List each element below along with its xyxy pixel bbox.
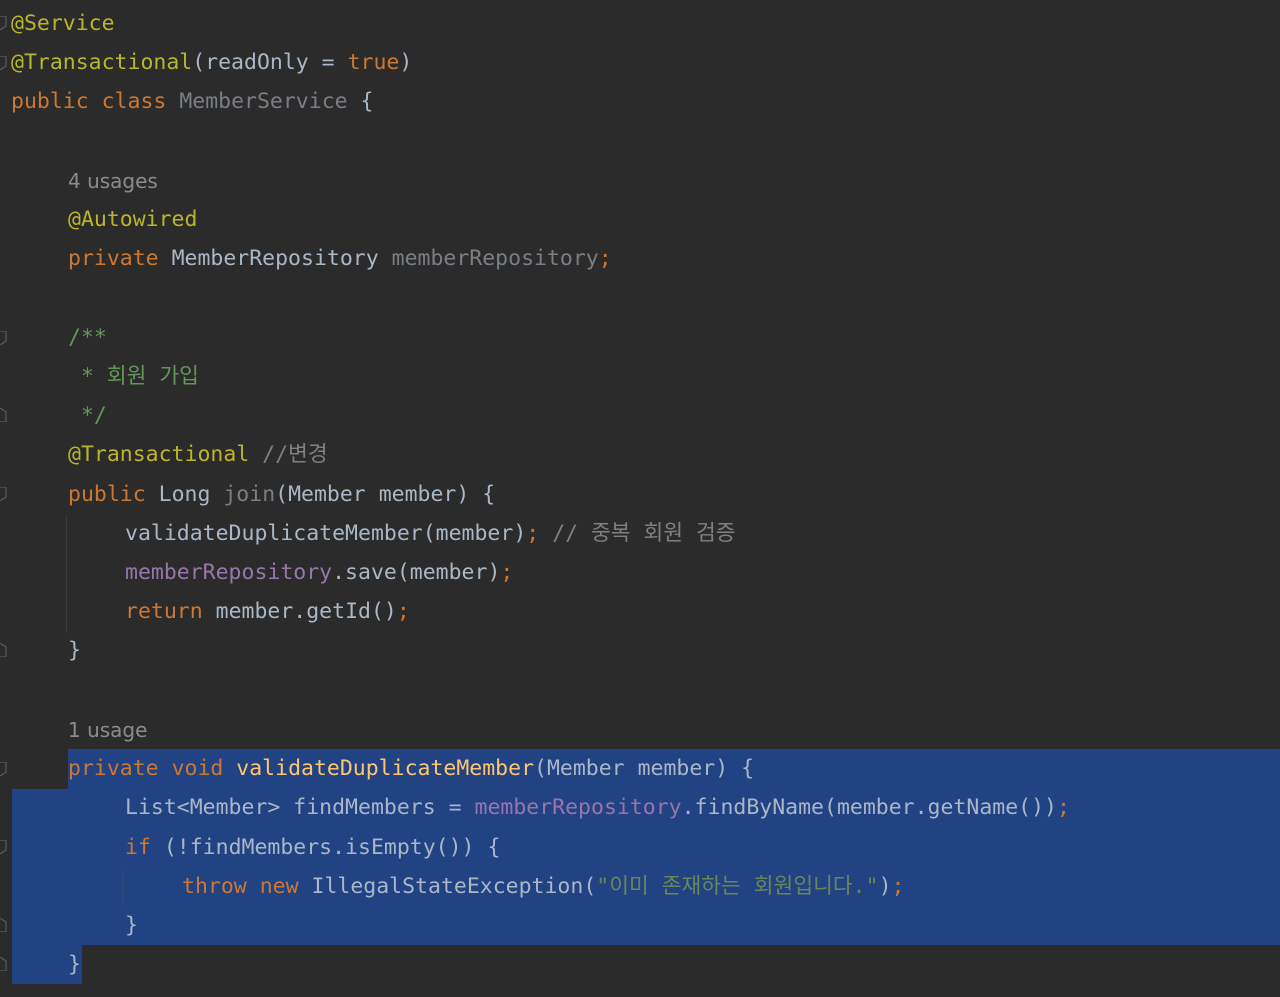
code-text: ) [878,874,892,899]
annotation: @Transactional [68,442,250,467]
javadoc-line[interactable]: /** [68,318,107,357]
fold-marker-icon[interactable] [0,762,8,776]
code-text: .save(member) [332,560,501,585]
code-text: (readOnly = [192,50,348,75]
code-line[interactable]: if (!findMembers.isEmpty()) { [125,828,500,867]
code-line[interactable]: } [68,631,81,670]
code-text: (!findMembers.isEmpty()) { [163,835,501,860]
comment: //변경 [262,442,328,467]
keyword: throw [182,874,247,899]
fold-marker-icon[interactable] [0,16,8,30]
field-reference: memberRepository [125,560,333,585]
semicolon: ; [1057,795,1070,820]
code-text: validateDuplicateMember(member) [125,521,527,546]
code-text: (Member member) { [534,756,755,781]
brace: } [68,638,81,663]
code-line[interactable]: public class MemberService { [11,82,374,121]
code-editor[interactable]: @Service @Transactional(readOnly = true)… [0,0,1280,997]
fold-end-icon[interactable] [0,643,8,657]
type-name: Long [158,482,211,507]
class-name: MemberService [179,89,348,114]
annotation: @Transactional [11,50,193,75]
semicolon: ; [891,874,905,899]
indent-guide [122,868,123,908]
fold-marker-icon[interactable] [0,487,8,501]
keyword: return [125,599,203,624]
method-name: join [223,482,276,507]
code-line[interactable]: @Transactional //변경 [68,435,328,474]
indent-guide [66,515,67,633]
code-text: ) [399,50,413,75]
code-line[interactable]: validateDuplicateMember(member); // 중복 회… [125,514,736,553]
fold-end-icon[interactable] [0,408,8,422]
annotation: @Service [11,11,115,36]
keyword: private [68,756,159,781]
field-reference: memberRepository [474,795,682,820]
code-line[interactable]: memberRepository.save(member); [125,553,513,592]
code-text: member.getId() [215,599,397,624]
code-text: ( [583,874,597,899]
keyword: new [259,874,299,899]
brace: { [360,89,374,114]
keyword: true [347,50,400,75]
code-line[interactable]: public Long join(Member member) { [68,475,495,514]
annotation: @Autowired [68,207,198,232]
keyword: void [171,756,224,781]
type-name: MemberRepository [171,246,379,271]
fold-end-icon[interactable] [0,918,8,932]
method-name: validateDuplicateMember [236,756,535,781]
semicolon: ; [396,599,410,624]
code-line[interactable]: } [68,945,81,984]
fold-marker-icon[interactable] [0,840,8,854]
javadoc-line[interactable]: * 회원 가입 [68,357,199,396]
semicolon: ; [526,521,540,546]
semicolon: ; [598,246,612,271]
usages-hint[interactable]: 1 usage [68,711,147,750]
javadoc-line[interactable]: */ [68,396,107,435]
usages-hint[interactable]: 4 usages [68,162,158,201]
code-line[interactable]: private void validateDuplicateMember(Mem… [68,749,754,788]
fold-marker-icon[interactable] [0,331,8,345]
code-line[interactable]: @Transactional(readOnly = true) [11,43,412,82]
class-name: IllegalStateException [311,874,584,899]
field-name: memberRepository [391,246,599,271]
keyword: public [11,89,89,114]
code-line[interactable]: throw new IllegalStateException("이미 존재하는… [182,867,904,906]
brace: } [68,952,81,977]
semicolon: ; [500,560,514,585]
string-literal: "이미 존재하는 회원입니다." [596,874,879,899]
code-text: (Member member) { [275,482,496,507]
code-text: .findByName(member.getName()) [681,795,1057,820]
fold-end-icon[interactable] [0,957,8,971]
keyword: class [101,89,167,114]
fold-marker-icon[interactable] [0,56,8,70]
code-text: List<Member> findMembers = [125,795,475,820]
code-line[interactable]: private MemberRepository memberRepositor… [68,239,612,278]
code-line[interactable]: List<Member> findMembers = memberReposit… [125,788,1070,827]
comment: // 중복 회원 검증 [552,521,736,546]
code-line[interactable]: @Service [11,4,115,43]
code-line[interactable]: @Autowired [68,200,197,239]
code-line[interactable]: } [125,906,138,945]
code-line[interactable]: return member.getId(); [125,592,410,631]
keyword: public [68,482,146,507]
keyword: if [125,835,151,860]
keyword: private [68,246,159,271]
brace: } [125,913,138,938]
